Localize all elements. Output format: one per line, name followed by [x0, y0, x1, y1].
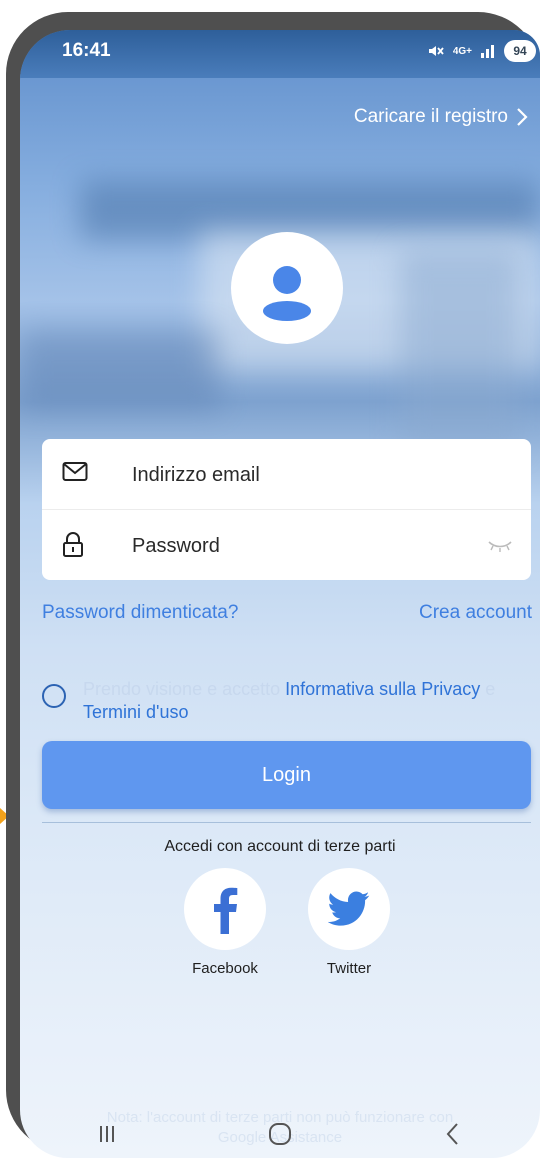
- background-pillar: [400, 250, 520, 450]
- email-field-row: [42, 439, 531, 510]
- create-account-link[interactable]: Crea account: [419, 602, 532, 624]
- avatar[interactable]: [231, 232, 343, 344]
- forgot-password-link[interactable]: Password dimenticata?: [42, 602, 238, 624]
- upload-log-link[interactable]: Caricare il registro: [354, 106, 528, 128]
- mute-icon: [428, 46, 444, 56]
- recent-apps-button[interactable]: [77, 1114, 137, 1154]
- consent-radio[interactable]: [42, 684, 66, 708]
- consent-text: Prendo visione e accetto Informativa sul…: [83, 678, 533, 724]
- android-nav-bar: [20, 1110, 540, 1158]
- lock-icon: [63, 532, 83, 557]
- password-input[interactable]: [130, 528, 454, 564]
- battery-indicator: 94: [504, 40, 536, 62]
- terms-of-use-link[interactable]: Termini d'uso: [83, 702, 188, 722]
- back-button[interactable]: [423, 1114, 483, 1154]
- consent-prefix: Prendo visione e accetto: [83, 679, 281, 699]
- mail-icon: [62, 462, 88, 481]
- twitter-label: Twitter: [326, 960, 372, 977]
- facebook-login-button[interactable]: Facebook: [184, 868, 266, 977]
- recent-apps-icon: [99, 1126, 114, 1142]
- phone-frame: 16:41 4G+ 94 Caricare il registro Indiri…: [6, 12, 540, 1158]
- app-screen: 16:41 4G+ 94 Caricare il registro Indiri…: [20, 30, 540, 1158]
- eye-closed-icon[interactable]: [487, 540, 513, 552]
- status-icons: 4G+ 94: [427, 40, 536, 62]
- user-icon: [263, 266, 311, 321]
- back-icon: [446, 1123, 459, 1145]
- twitter-icon: [328, 891, 370, 926]
- facebook-icon: [214, 887, 238, 934]
- home-icon: [268, 1123, 291, 1145]
- status-time: 16:41: [62, 40, 111, 61]
- twitter-login-button[interactable]: Twitter: [308, 868, 390, 977]
- upload-log-label: Caricare il registro: [353, 106, 508, 127]
- twitter-circle: [308, 868, 390, 950]
- background-shade: [20, 330, 220, 410]
- signal-icon: [481, 45, 494, 58]
- login-button[interactable]: Login: [42, 741, 531, 809]
- email-input[interactable]: [130, 457, 454, 493]
- facebook-label: Facebook: [192, 960, 258, 977]
- consent-conjunction: e: [485, 679, 496, 699]
- password-field-row: [42, 510, 531, 580]
- privacy-policy-link[interactable]: Informativa sulla Privacy: [285, 679, 480, 699]
- auth-links-row: Password dimenticata? Crea account: [42, 602, 532, 624]
- login-card: [42, 439, 531, 580]
- network-type: 4G+: [452, 45, 472, 57]
- status-bar: 16:41 4G+ 94: [20, 30, 540, 78]
- home-button[interactable]: [250, 1114, 310, 1154]
- facebook-circle: [184, 868, 266, 950]
- third-party-title: Accedi con account di terze parti: [164, 838, 396, 855]
- chevron-right-icon: [517, 108, 528, 126]
- divider: [42, 822, 531, 823]
